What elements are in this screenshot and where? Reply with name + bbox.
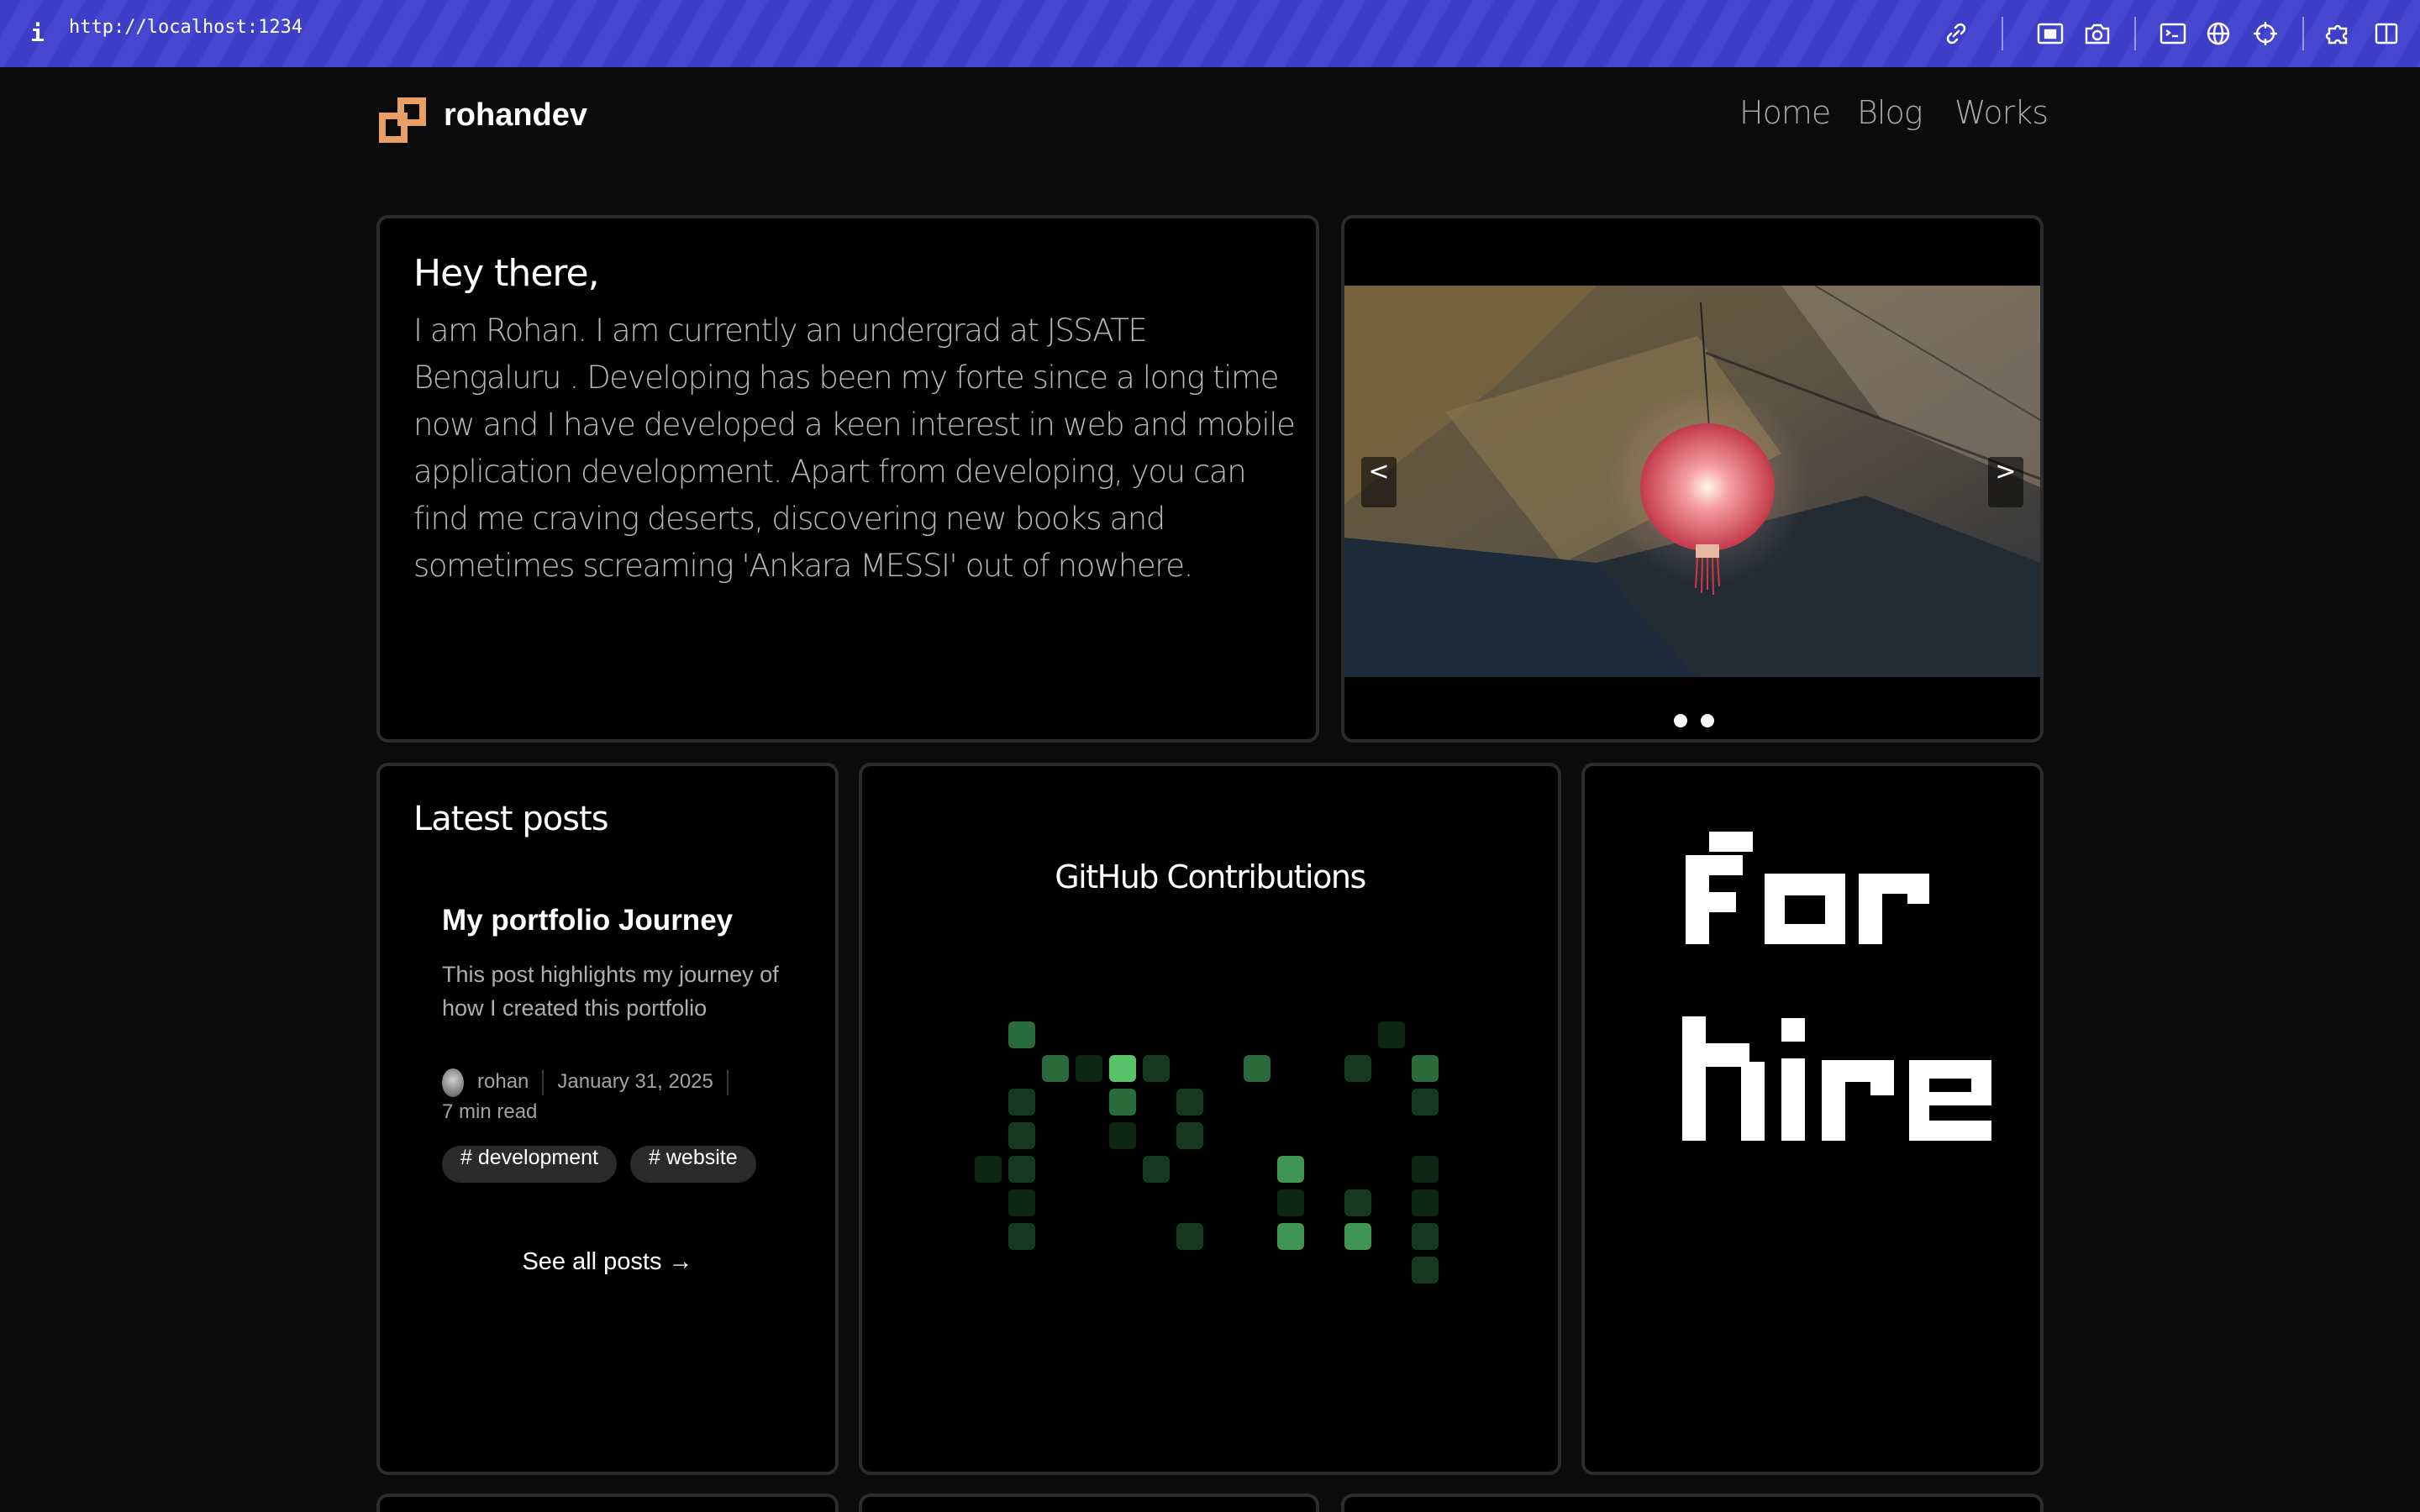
contribution-cell [1008,1156,1035,1183]
partial-card-1 [376,1494,839,1512]
see-all-posts-link[interactable]: See all posts → [380,1248,835,1276]
toolbar-divider [2302,17,2304,50]
photo-carousel: < > [1341,215,2044,743]
carousel-dot-2[interactable] [1701,714,1714,727]
tag-website[interactable]: # website [630,1146,756,1183]
contribution-cell [1008,1223,1035,1250]
contribution-cell [1344,1223,1371,1250]
contribution-cell [1412,1223,1439,1250]
tag-development[interactable]: # development [442,1146,618,1183]
contribution-cell [1412,1156,1439,1183]
contribution-cell [1008,1189,1035,1216]
latest-posts-card: Latest posts My portfolio Journey This p… [376,763,839,1475]
contribution-cell [1109,1055,1136,1082]
carousel-next-button[interactable]: > [1988,457,2023,507]
carousel-photo [1344,286,2040,677]
picture-in-picture-icon[interactable] [2035,18,2065,49]
nav-home[interactable]: Home [1739,94,1831,141]
greeting-heading: Hey there, [413,252,600,295]
post-author: rohan [477,1070,529,1093]
contribution-cell [1378,1021,1405,1048]
contribution-cell [1109,1122,1136,1149]
for-hire-card[interactable] [1581,763,2044,1475]
meta-divider [726,1069,729,1095]
globe-icon[interactable] [2203,18,2233,49]
contribution-cell [1412,1055,1439,1082]
contribution-cell [1008,1122,1035,1149]
partial-card-3 [1341,1494,2044,1512]
crosshair-icon[interactable] [2250,18,2281,49]
contribution-cell [1412,1257,1439,1284]
carousel-dot-1[interactable] [1674,714,1687,727]
contribution-cell [1277,1223,1304,1250]
browser-toolbar: i http://localhost:1234 [0,0,2420,67]
contribution-cell [1412,1189,1439,1216]
contribution-cell [1244,1055,1270,1082]
toolbar-divider [2002,17,2003,50]
contribution-cell [1109,1089,1136,1116]
post-read-time: 7 min read [442,1100,538,1123]
logo-icon[interactable] [378,96,429,144]
contribution-cell [1344,1189,1371,1216]
carousel-prev-button[interactable]: < [1361,457,1397,507]
sidebar-toggle-icon[interactable] [2371,18,2402,49]
contribution-cell [1412,1089,1439,1116]
meta-divider [542,1069,544,1095]
nav-works[interactable]: Works [1954,94,2049,141]
latest-posts-heading: Latest posts [413,800,609,838]
for-hire-graphic [1682,832,1993,1141]
about-text: I am Rohan. I am currently an undergrad … [413,312,1296,584]
author-avatar [442,1068,464,1097]
contribution-cell [1277,1189,1304,1216]
contribution-cell [975,1156,1002,1183]
github-contributions-card: GitHub Contributions [859,763,1561,1475]
extensions-icon[interactable] [2324,18,2354,49]
contribution-cell [1176,1223,1203,1250]
contribution-cell [1008,1089,1035,1116]
post-date: January 31, 2025 [557,1070,713,1093]
toolbar-divider [2134,17,2136,50]
terminal-icon[interactable] [2158,18,2188,49]
contribution-cell [1143,1156,1170,1183]
post-description: This post highlights my journey of how I… [442,962,779,1021]
contribution-cell [1008,1021,1035,1048]
address-bar[interactable]: http://localhost:1234 [69,17,302,50]
camera-icon[interactable] [2082,18,2112,49]
contribution-cell [1344,1055,1371,1082]
post-meta: rohan January 31, 2025 7 min read [442,1067,812,1127]
contribution-cell [1176,1089,1203,1116]
post-title[interactable]: My portfolio Journey [442,904,733,937]
post-tags: # development # website [442,1146,770,1183]
info-icon[interactable]: i [30,17,45,50]
contribution-cell [1076,1055,1102,1082]
about-card: Hey there, I am Rohan. I am currently an… [376,215,1319,743]
contribution-cell [1176,1122,1203,1149]
contribution-grid [862,766,1558,1472]
site-brand[interactable]: rohandev [444,97,587,144]
contribution-cell [1277,1156,1304,1183]
link-icon[interactable] [1941,18,1971,49]
partial-card-2 [859,1494,1319,1512]
nav-blog[interactable]: Blog [1857,94,1923,141]
contribution-cell [1042,1055,1069,1082]
contribution-cell [1143,1055,1170,1082]
